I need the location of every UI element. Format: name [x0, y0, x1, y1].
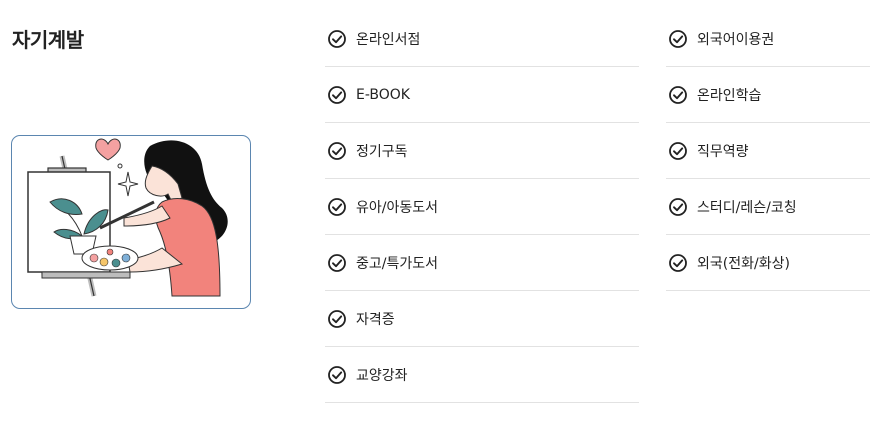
- category-link[interactable]: 온라인학습: [666, 67, 870, 123]
- category-link[interactable]: 자격증: [325, 291, 639, 347]
- category-column-2: 외국어이용권온라인학습직무역량스터디/레슨/코칭외국(전화/화상): [666, 11, 870, 291]
- category-link[interactable]: 스터디/레슨/코칭: [666, 179, 870, 235]
- self-development-illustration: [11, 135, 251, 309]
- paint-palette: [81, 245, 139, 271]
- check-circle-icon: [327, 365, 347, 385]
- category-link[interactable]: 유아/아동도서: [325, 179, 639, 235]
- category-label: 온라인서점: [356, 31, 421, 48]
- category-label: 온라인학습: [697, 87, 762, 104]
- section-title: 자기계발: [12, 28, 84, 52]
- category-link[interactable]: 온라인서점: [325, 11, 639, 67]
- check-circle-icon: [668, 29, 688, 49]
- category-link[interactable]: 직무역량: [666, 123, 870, 179]
- category-label: 자격증: [356, 311, 395, 328]
- category-label: 스터디/레슨/코칭: [697, 199, 797, 216]
- category-link[interactable]: 외국(전화/화상): [666, 235, 870, 291]
- category-column-1: 온라인서점 E-BOOK 정기구독유아/아동도서중고/특가도서자격증교양강좌: [325, 11, 639, 403]
- check-circle-icon: [668, 197, 688, 217]
- category-link[interactable]: E-BOOK: [325, 67, 639, 123]
- check-circle-icon: [327, 253, 347, 273]
- check-circle-icon: [327, 309, 347, 329]
- category-label: E-BOOK: [356, 86, 410, 103]
- category-label: 유아/아동도서: [356, 199, 438, 216]
- check-circle-icon: [327, 29, 347, 49]
- category-link[interactable]: 정기구독: [325, 123, 639, 179]
- check-circle-icon: [668, 141, 688, 161]
- category-label: 외국어이용권: [697, 31, 775, 48]
- check-circle-icon: [327, 85, 347, 105]
- category-label: 직무역량: [697, 143, 749, 160]
- category-label: 교양강좌: [356, 367, 408, 384]
- category-link[interactable]: 교양강좌: [325, 347, 639, 403]
- check-circle-icon: [327, 197, 347, 217]
- category-label: 중고/특가도서: [356, 255, 438, 272]
- category-label: 정기구독: [356, 143, 408, 160]
- check-circle-icon: [668, 85, 688, 105]
- category-link[interactable]: 외국어이용권: [666, 11, 870, 67]
- category-label: 외국(전화/화상): [697, 255, 790, 272]
- check-circle-icon: [327, 141, 347, 161]
- category-link[interactable]: 중고/특가도서: [325, 235, 639, 291]
- check-circle-icon: [668, 253, 688, 273]
- sparkle-icon: [117, 171, 139, 197]
- heart-icon: [95, 138, 121, 161]
